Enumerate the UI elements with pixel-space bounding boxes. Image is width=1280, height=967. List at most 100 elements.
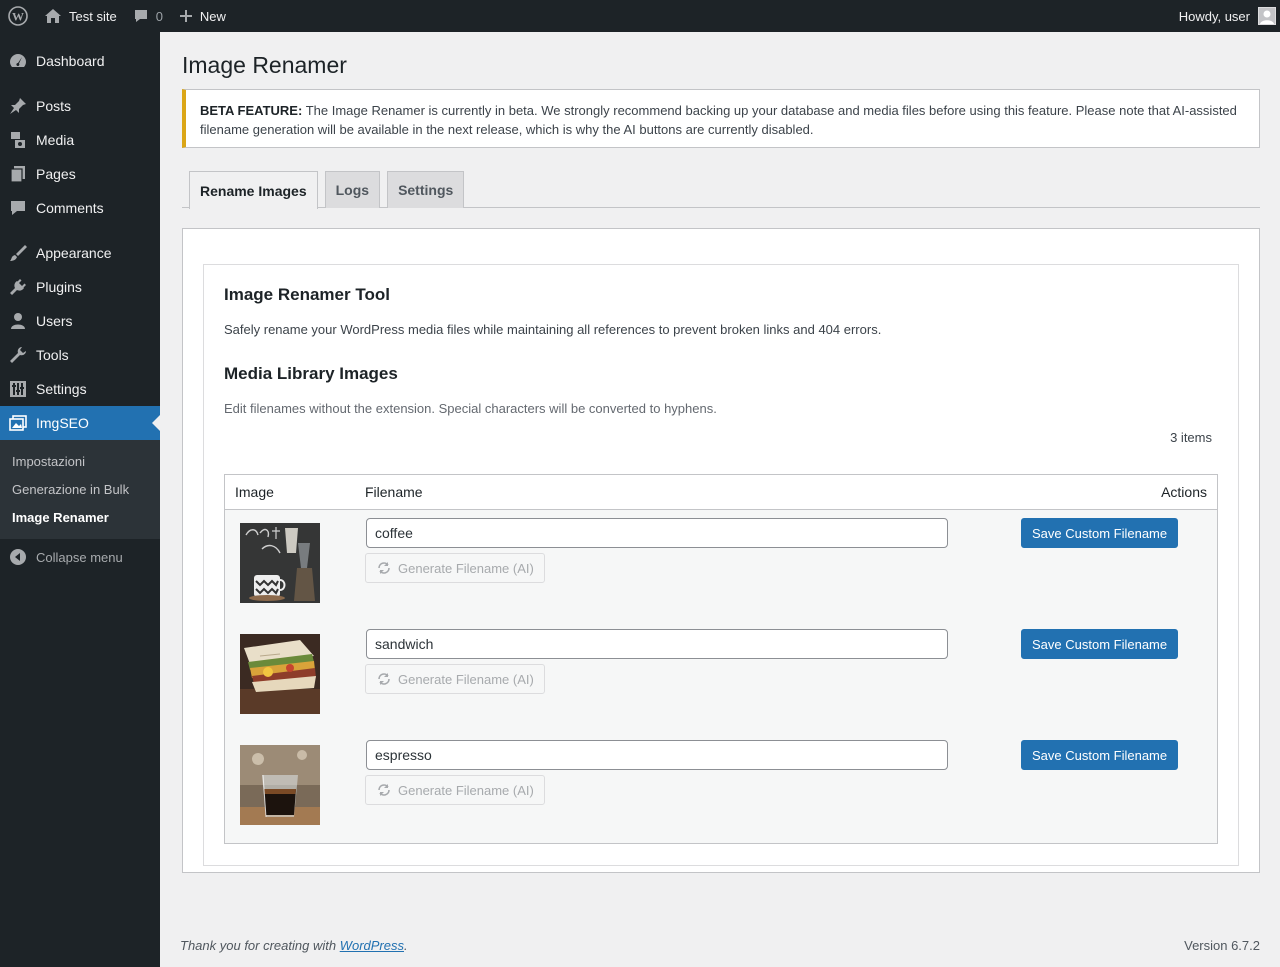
header-actions: Actions (1161, 484, 1207, 500)
generate-filename-ai-button[interactable]: Generate Filename (AI) (365, 664, 545, 694)
media-table: Image Filename Actions coffee Generate F… (224, 474, 1218, 844)
site-name: Test site (69, 8, 117, 24)
comment-icon (0, 198, 36, 218)
thumbnail-sandwich (240, 634, 320, 714)
ai-button-label: Generate Filename (AI) (398, 782, 534, 798)
sidebar-item-imgseo[interactable]: ImgSEO (0, 406, 160, 440)
sidebar-item-label: Comments (36, 200, 104, 216)
table-header: Image Filename Actions (225, 475, 1217, 510)
refresh-icon (376, 782, 392, 798)
submenu-item-bulk[interactable]: Generazione in Bulk (0, 475, 160, 503)
sidebar-item-label: Tools (36, 347, 69, 363)
main-content: Image Renamer BETA FEATURE: The Image Re… (160, 32, 1280, 967)
notice-strong: BETA FEATURE: (200, 103, 303, 118)
generate-filename-ai-button[interactable]: Generate Filename (AI) (365, 775, 545, 805)
footer-thanks: Thank you for creating with WordPress. (180, 938, 408, 953)
tab-settings[interactable]: Settings (387, 171, 465, 208)
notice-text: The Image Renamer is currently in beta. … (200, 103, 1237, 137)
sidebar-item-dashboard[interactable]: Dashboard (0, 44, 160, 78)
media-icon (0, 130, 36, 150)
plug-icon (0, 277, 36, 297)
plus-icon (179, 9, 193, 23)
filename-input[interactable] (366, 518, 948, 548)
sidebar-item-comments[interactable]: Comments (0, 191, 160, 225)
generate-filename-ai-button[interactable]: Generate Filename (AI) (365, 553, 545, 583)
library-title: Media Library Images (224, 364, 398, 383)
sidebar-item-label: Appearance (36, 245, 112, 261)
table-row: Generate Filename (AI) Save Custom Filen… (225, 732, 1217, 843)
wordpress-logo-icon[interactable]: W (0, 0, 36, 32)
sidebar-item-media[interactable]: Media (0, 123, 160, 157)
sidebar-item-appearance[interactable]: Appearance (0, 236, 160, 270)
beta-notice: BETA FEATURE: The Image Renamer is curre… (182, 89, 1260, 148)
pages-icon (0, 164, 36, 184)
sidebar-item-posts[interactable]: Posts (0, 89, 160, 123)
footer-version: Version 6.7.2 (1184, 938, 1260, 953)
avatar (1258, 7, 1276, 25)
brush-icon (0, 243, 36, 263)
tab-logs[interactable]: Logs (324, 171, 381, 208)
renamer-card: Image Renamer Tool Safely rename your Wo… (203, 264, 1239, 866)
header-image: Image (235, 484, 274, 500)
table-row: Generate Filename (AI) Save Custom Filen… (225, 621, 1217, 732)
submenu-item-image-renamer[interactable]: Image Renamer (0, 503, 160, 531)
sidebar-item-label: ImgSEO (36, 415, 89, 431)
new-label: New (199, 8, 226, 24)
ai-button-label: Generate Filename (AI) (398, 671, 534, 687)
home-icon (44, 8, 62, 24)
submenu-item-impostazioni[interactable]: Impostazioni (0, 447, 160, 475)
admin-bar: W Test site 0 New Howdy, user (0, 0, 1280, 32)
sidebar-item-pages[interactable]: Pages (0, 157, 160, 191)
save-custom-filename-button[interactable]: Save Custom Filename (1021, 629, 1179, 659)
sidebar-item-plugins[interactable]: Plugins (0, 270, 160, 304)
filename-input[interactable] (366, 740, 948, 770)
refresh-icon (376, 560, 392, 576)
header-filename: Filename (365, 484, 423, 500)
wordpress-link[interactable]: WordPress (340, 938, 404, 953)
pin-icon (0, 96, 36, 116)
svg-text:W: W (12, 10, 24, 24)
howdy-text: Howdy, user (1178, 8, 1250, 24)
new-content-link[interactable]: New (171, 0, 234, 32)
tool-description: Safely rename your WordPress media files… (224, 322, 882, 337)
sidebar-item-label: Media (36, 132, 75, 148)
user-icon (0, 311, 36, 331)
filename-input[interactable] (366, 629, 948, 659)
sliders-icon (0, 379, 36, 399)
site-name-link[interactable]: Test site (36, 0, 125, 32)
comments-count: 0 (155, 8, 163, 24)
tab-rename-images[interactable]: Rename Images (189, 171, 318, 209)
collapse-label: Collapse menu (36, 549, 123, 565)
admin-sidebar: Dashboard Posts Media Pages Comments App… (0, 32, 160, 967)
save-custom-filename-button[interactable]: Save Custom Filename (1021, 740, 1179, 770)
tool-title: Image Renamer Tool (224, 285, 390, 304)
wrench-icon (0, 345, 36, 365)
dashboard-icon (0, 51, 36, 71)
library-description: Edit filenames without the extension. Sp… (224, 401, 717, 416)
tab-panel: Image Renamer Tool Safely rename your Wo… (182, 228, 1260, 873)
items-count: 3 items (1170, 430, 1212, 445)
sidebar-item-settings[interactable]: Settings (0, 372, 160, 406)
nav-tabs: Rename Images Logs Settings (182, 171, 1260, 209)
sidebar-item-tools[interactable]: Tools (0, 338, 160, 372)
table-row: Generate Filename (AI) Save Custom Filen… (225, 510, 1217, 621)
refresh-icon (376, 671, 392, 687)
card-bottom-border (203, 865, 1239, 866)
ai-button-label: Generate Filename (AI) (398, 560, 534, 576)
thumbnail-coffee (240, 523, 320, 603)
sidebar-item-label: Plugins (36, 279, 82, 295)
collapse-menu-button[interactable]: Collapse menu (0, 540, 160, 574)
thumbnail-espresso (240, 745, 320, 825)
images-icon (0, 413, 36, 433)
footer-thanks-prefix: Thank you for creating with (180, 938, 340, 953)
save-custom-filename-button[interactable]: Save Custom Filename (1021, 518, 1179, 548)
page-title: Image Renamer (182, 52, 347, 78)
sidebar-item-users[interactable]: Users (0, 304, 160, 338)
sidebar-item-label: Pages (36, 166, 76, 182)
collapse-arrow-icon (0, 548, 36, 566)
my-account-link[interactable]: Howdy, user (1171, 0, 1280, 32)
comments-link[interactable]: 0 (125, 0, 171, 32)
sidebar-item-label: Settings (36, 381, 87, 397)
imgseo-submenu: Impostazioni Generazione in Bulk Image R… (0, 440, 160, 539)
sidebar-item-label: Posts (36, 98, 72, 114)
